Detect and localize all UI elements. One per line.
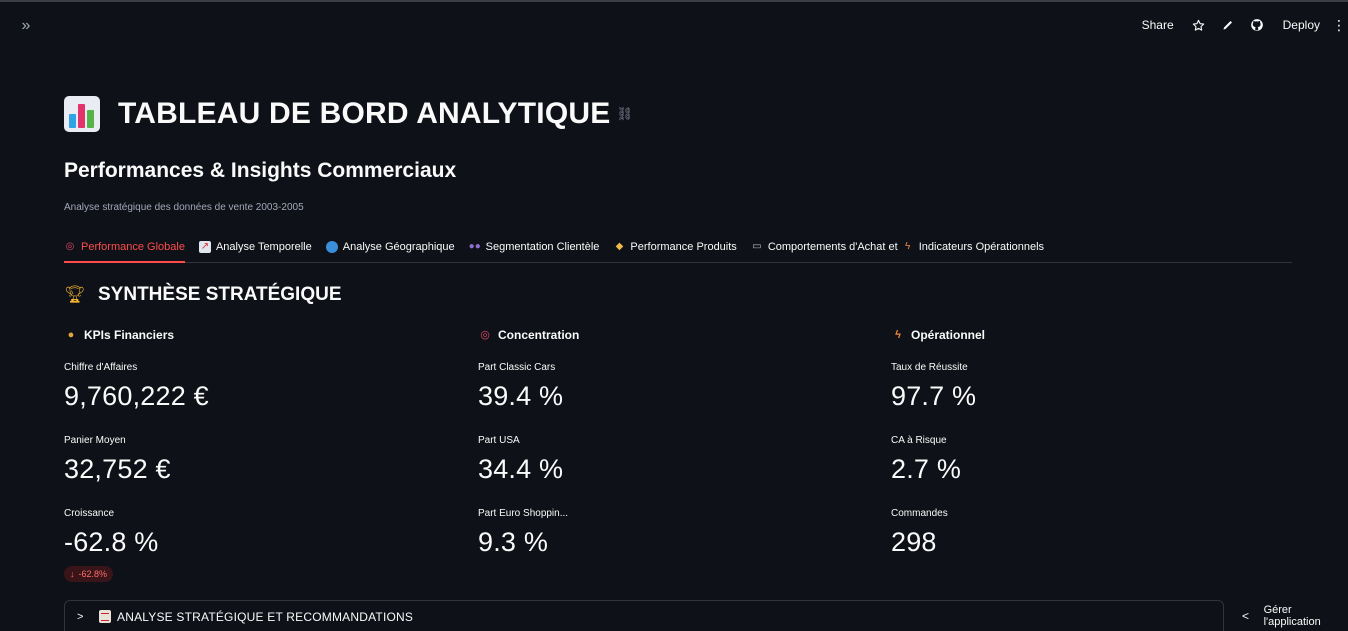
kpi-column-operationnel: ϟ Opérationnel Taux de Réussite 97.7 % C…	[891, 327, 1271, 587]
column-heading: ◎ Concentration	[478, 327, 858, 343]
anchor-link-icon[interactable]: ⛓	[616, 106, 633, 122]
top-border	[0, 0, 1348, 2]
metric-label: Part Euro Shoppin...	[478, 508, 569, 519]
tab-performance-produits[interactable]: ◆ Performance Produits	[613, 232, 737, 262]
cart-icon: ▭	[752, 241, 762, 252]
column-title: Concentration	[498, 328, 580, 342]
column-title: Opérationnel	[911, 328, 986, 342]
manage-app-label: Gérer l'application	[1263, 603, 1321, 628]
metric-taux-reussite: Taux de Réussite 97.7 %	[891, 362, 976, 412]
target-icon: ◎	[480, 329, 490, 341]
trophy-icon: 🏆︎	[64, 285, 86, 304]
deploy-button[interactable]: Deploy	[1283, 18, 1320, 32]
metric-value: 32,752 €	[64, 454, 171, 484]
bar-chart-icon	[64, 96, 100, 132]
section-heading: 🏆︎ SYNTHÈSE STRATÉGIQUE	[64, 284, 342, 306]
metric-panier-moyen: Panier Moyen 32,752 €	[64, 435, 171, 485]
tab-analyse-geographique[interactable]: Analyse Géographique	[325, 232, 455, 262]
app-toolbar: Share Deploy ⋮	[1142, 14, 1348, 36]
page-caption: Analyse stratégique des données de vente…	[64, 202, 304, 213]
tab-analyse-temporelle[interactable]: ↗ Analyse Temporelle	[198, 232, 312, 262]
metric-value: 34.4 %	[478, 454, 564, 484]
arrow-down-icon: ↓	[70, 569, 75, 579]
chart-icon: ↗	[198, 241, 211, 253]
metric-value: 9.3 %	[478, 527, 549, 557]
tab-label: Analyse Temporelle	[215, 241, 312, 253]
share-button[interactable]: Share	[1142, 18, 1174, 32]
metric-value: 97.7 %	[891, 381, 977, 411]
metric-label: Croissance	[64, 508, 115, 519]
tab-label: Comportements d'Achat et	[767, 241, 898, 253]
metric-value: 2.7 %	[891, 454, 962, 484]
tab-segmentation-clientele[interactable]: ●● Segmentation Clientèle	[469, 232, 600, 262]
metric-label: CA à Risque	[891, 435, 947, 446]
column-heading: ϟ Opérationnel	[891, 327, 1271, 343]
kpi-column-concentration: ◎ Concentration Part Classic Cars 39.4 %…	[478, 327, 858, 587]
analysis-expander[interactable]: > ANALYSE STRATÉGIQUE ET RECOMMANDATIONS	[64, 600, 1224, 631]
tab-comportements-achat[interactable]: ▭ Comportements d'Achat et	[751, 232, 898, 262]
column-title: KPIs Financiers	[84, 328, 175, 342]
metric-value: 39.4 %	[478, 381, 564, 411]
chevron-left-icon: <	[1242, 608, 1250, 623]
column-heading: ● KPIs Financiers	[64, 327, 444, 343]
delta-value: -62.8%	[78, 569, 108, 579]
metric-label: Part USA	[478, 435, 520, 446]
lightning-icon: ϟ	[895, 329, 901, 341]
money-bag-icon: ●	[67, 329, 75, 341]
metric-value: -62.8 %	[64, 527, 159, 557]
metric-value: 9,760,222 €	[64, 381, 209, 411]
chevron-right-icon: >	[77, 610, 84, 623]
metric-part-usa: Part USA 34.4 %	[478, 435, 563, 485]
tab-label: Performance Produits	[630, 241, 737, 253]
section-title: SYNTHÈSE STRATÉGIQUE	[98, 284, 342, 305]
metric-label: Panier Moyen	[64, 435, 126, 446]
expander-label: ANALYSE STRATÉGIQUE ET RECOMMANDATIONS	[117, 609, 414, 624]
metric-part-classic-cars: Part Classic Cars 39.4 %	[478, 362, 563, 412]
delta-badge: ↓ -62.8%	[64, 566, 114, 582]
tab-label: Performance Globale	[81, 240, 185, 253]
metric-label: Commandes	[891, 508, 948, 519]
metric-ca-risque: CA à Risque 2.7 %	[891, 435, 961, 485]
github-icon[interactable]	[1246, 14, 1268, 36]
tab-indicateurs-operationnels[interactable]: ϟ Indicateurs Opérationnels	[902, 232, 1044, 262]
people-icon: ●●	[468, 241, 481, 252]
tab-label: Indicateurs Opérationnels	[918, 241, 1045, 253]
edit-icon[interactable]	[1217, 14, 1239, 36]
tab-label: Analyse Géographique	[342, 241, 455, 253]
globe-icon	[325, 241, 338, 253]
page-subtitle: Performances & Insights Commerciaux	[64, 159, 457, 182]
metric-value: 298	[891, 527, 937, 557]
star-icon[interactable]	[1188, 14, 1210, 36]
lightning-icon: ϟ	[905, 241, 911, 252]
metric-part-euro-shopping: Part Euro Shoppin... 9.3 %	[478, 508, 568, 558]
manage-app-button[interactable]: < Gérer l'application	[1226, 600, 1348, 631]
target-icon: ◎	[65, 240, 75, 252]
clipboard-icon	[99, 610, 111, 623]
page-title-row: TABLEAU DE BORD ANALYTIQUE ⛓	[64, 96, 633, 132]
page-title: TABLEAU DE BORD ANALYTIQUE	[118, 97, 611, 130]
metric-label: Taux de Réussite	[891, 362, 968, 373]
kpi-column-financiers: ● KPIs Financiers Chiffre d'Affaires 9,7…	[64, 327, 444, 587]
metric-label: Chiffre d'Affaires	[64, 362, 138, 373]
expand-sidebar-button[interactable]: »	[16, 16, 36, 36]
metric-chiffre-affaires: Chiffre d'Affaires 9,760,222 €	[64, 362, 209, 412]
tab-performance-globale[interactable]: ◎ Performance Globale	[64, 232, 185, 263]
tag-icon: ◆	[615, 241, 624, 252]
double-chevron-right-icon: »	[21, 17, 31, 34]
metric-label: Part Classic Cars	[478, 362, 556, 373]
tab-bar: ◎ Performance Globale ↗ Analyse Temporel…	[64, 232, 1292, 263]
metric-commandes: Commandes 298	[891, 508, 948, 558]
metric-croissance: Croissance -62.8 %	[64, 508, 158, 558]
more-menu-icon[interactable]: ⋮	[1332, 17, 1346, 34]
tab-label: Segmentation Clientèle	[485, 241, 600, 253]
